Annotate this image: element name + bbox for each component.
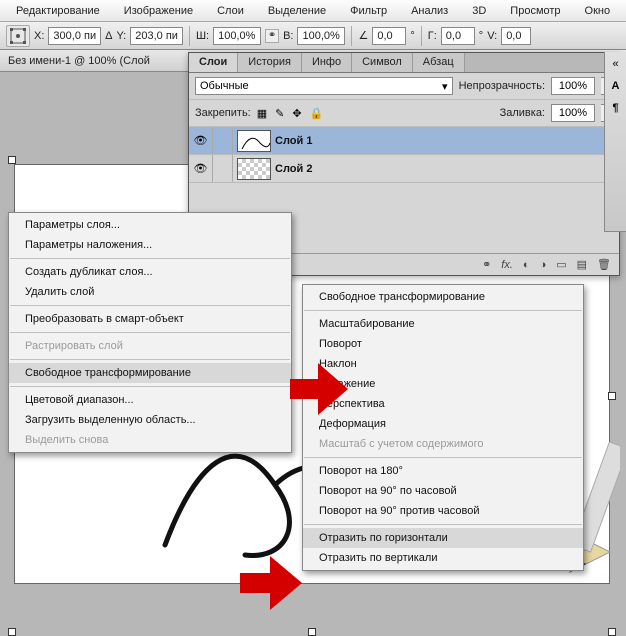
new-layer-icon[interactable]: ▤ — [577, 258, 587, 271]
layer-thumbnail[interactable] — [237, 130, 271, 152]
x-label: X: — [34, 30, 44, 42]
menubar: РедактированиеИзображениеСлоиВыделениеФи… — [0, 0, 626, 22]
panel-tab-История[interactable]: История — [238, 53, 302, 72]
menu-item: Масштаб с учетом содержимого — [303, 434, 583, 454]
menu-item[interactable]: Цветовой диапазон... — [9, 390, 291, 410]
menu-Фильтр[interactable]: Фильтр — [338, 2, 399, 20]
handle-sw[interactable] — [8, 628, 16, 636]
menu-item[interactable]: Параметры слоя... — [9, 215, 291, 235]
tool-a-icon[interactable]: A — [612, 80, 620, 92]
y-label: Y: — [116, 30, 126, 42]
context-menu-transform: Свободное трансформирование Масштабирован… — [302, 284, 584, 571]
opacity-label: Непрозрачность: — [459, 80, 545, 92]
layer-thumbnail[interactable] — [237, 158, 271, 180]
menu-item[interactable]: Отразить по горизонтали — [303, 528, 583, 548]
layer-row[interactable]: 👁 Слой 2 — [189, 155, 619, 183]
menu-item[interactable]: Поворот на 90° по часовой — [303, 481, 583, 501]
menu-Выделение[interactable]: Выделение — [256, 2, 338, 20]
options-bar: X: 300,0 пи Δ Y: 203,0 пи Ш: 100,0% ⚭ В:… — [0, 22, 626, 50]
handle-nw[interactable] — [8, 156, 16, 164]
blend-mode-value: Обычные — [200, 80, 249, 92]
lock-all-icon[interactable]: 🔒 — [310, 107, 324, 120]
menu-item[interactable]: Отразить по вертикали — [303, 548, 583, 568]
trash-icon[interactable]: 🗑 — [597, 258, 611, 271]
menu-item[interactable]: Преобразовать в смарт-объект — [9, 309, 291, 329]
panel-tab-Символ[interactable]: Символ — [352, 53, 413, 72]
y-field[interactable]: 203,0 пи — [130, 27, 183, 45]
lock-position-icon[interactable]: ✥ — [292, 107, 301, 120]
shear-h-label: Г: — [428, 30, 437, 42]
menu-Анализ[interactable]: Анализ — [399, 2, 460, 20]
link-icon[interactable]: ⚭ — [265, 29, 279, 43]
folder-icon[interactable]: ▭ — [556, 258, 566, 271]
lock-pixels-icon[interactable]: ✎ — [275, 107, 284, 120]
link-layers-icon[interactable]: ⚭ — [482, 258, 491, 271]
fill-label: Заливка: — [500, 107, 545, 119]
opacity-field[interactable]: 100% — [551, 77, 595, 95]
shear-v-field[interactable]: 0,0 — [501, 27, 531, 45]
red-arrow-2 — [240, 556, 304, 610]
handle-e[interactable] — [608, 392, 616, 400]
lock-label: Закрепить: — [195, 107, 251, 119]
handle-s[interactable] — [308, 628, 316, 636]
menu-item[interactable]: Загрузить выделенную область... — [9, 410, 291, 430]
transform-origin-icon[interactable] — [6, 25, 30, 47]
menu-item[interactable]: Удалить слой — [9, 282, 291, 302]
layer-row[interactable]: 👁 Слой 1 — [189, 127, 619, 155]
layer-name: Слой 1 — [275, 135, 312, 147]
panel-tab-Абзац[interactable]: Абзац — [413, 53, 465, 72]
document-tab-label: Без имени-1 @ 100% (Слой — [8, 55, 150, 67]
context-menu-layer: Параметры слоя...Параметры наложения... С… — [8, 212, 292, 453]
lock-transparency-icon[interactable]: ▦ — [257, 107, 267, 120]
menu-item[interactable]: Создать дубликат слоя... — [9, 262, 291, 282]
menu-Слои[interactable]: Слои — [205, 2, 256, 20]
fill-field[interactable]: 100% — [551, 104, 595, 122]
expand-icon[interactable]: « — [612, 58, 618, 70]
menu-Просмотр[interactable]: Просмотр — [498, 2, 572, 20]
red-arrow-1 — [290, 363, 350, 415]
layers-list: 👁 Слой 1 👁 Слой 2 — [189, 127, 619, 183]
deg2-label: ° — [479, 30, 483, 42]
menu-item: Растрировать слой — [9, 336, 291, 356]
panel-tabs: СлоиИсторияИнфоСимволАбзац▾▸ — [189, 53, 619, 73]
visibility-icon[interactable]: 👁 — [189, 127, 213, 154]
menu-item[interactable]: Поворот — [303, 334, 583, 354]
menu-item[interactable]: Деформация — [303, 414, 583, 434]
adjustment-icon[interactable]: ◑ — [540, 259, 547, 271]
w-field[interactable]: 100,0% — [213, 27, 261, 45]
menu-item: Выделить снова — [9, 430, 291, 450]
chevron-down-icon: ▾ — [442, 80, 448, 93]
angle-field[interactable]: 0,0 — [372, 27, 406, 45]
menu-Редактирование[interactable]: Редактирование — [4, 2, 112, 20]
menu-Изображение[interactable]: Изображение — [112, 2, 205, 20]
side-toolbar: « A ¶ — [604, 52, 626, 232]
shear-h-field[interactable]: 0,0 — [441, 27, 475, 45]
mask-icon[interactable]: ◐ — [523, 259, 530, 271]
deg-label: ° — [410, 30, 414, 42]
fx-icon[interactable]: fx. — [501, 259, 513, 271]
x-field[interactable]: 300,0 пи — [48, 27, 101, 45]
tool-b-icon[interactable]: ¶ — [612, 102, 618, 114]
w-label: Ш: — [196, 30, 209, 42]
blend-mode-dropdown[interactable]: Обычные ▾ — [195, 77, 453, 95]
menu-item[interactable]: Свободное трансформирование — [9, 363, 291, 383]
h-label: В: — [283, 30, 293, 42]
h-field[interactable]: 100,0% — [297, 27, 345, 45]
menu-3D[interactable]: 3D — [460, 2, 498, 20]
menu-item[interactable]: Поворот на 180° — [303, 461, 583, 481]
layer-name: Слой 2 — [275, 163, 312, 175]
angle-icon: ∠ — [358, 29, 368, 42]
menu-item[interactable]: Параметры наложения... — [9, 235, 291, 255]
menu-item[interactable]: Масштабирование — [303, 314, 583, 334]
handle-se[interactable] — [608, 628, 616, 636]
panel-tab-Инфо[interactable]: Инфо — [302, 53, 352, 72]
menu-item[interactable]: Поворот на 90° против часовой — [303, 501, 583, 521]
panel-tab-Слои[interactable]: Слои — [189, 53, 238, 72]
shear-v-label: V: — [487, 30, 497, 42]
visibility-icon[interactable]: 👁 — [189, 155, 213, 182]
menu-Окно[interactable]: Окно — [573, 2, 623, 20]
delta-label: Δ — [105, 30, 112, 42]
menu-item[interactable]: Свободное трансформирование — [303, 287, 583, 307]
